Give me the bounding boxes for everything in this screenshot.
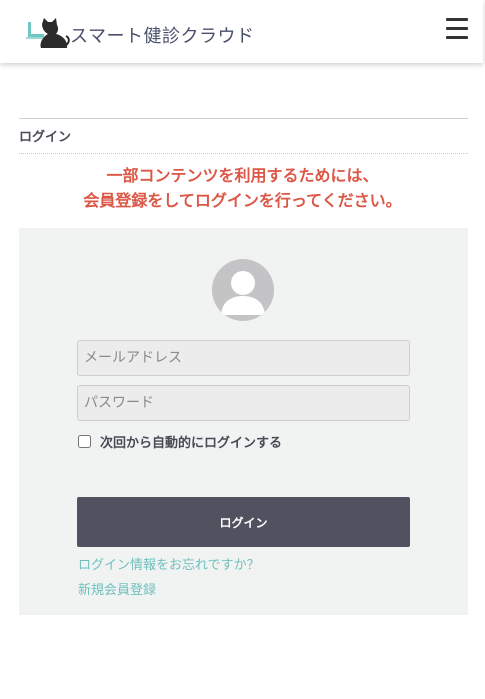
remember-me-label[interactable]: 次回から自動的にログインする bbox=[100, 432, 282, 451]
menu-bar bbox=[446, 18, 468, 21]
site-header: スマート健診クラウド bbox=[0, 0, 483, 63]
hamburger-menu-icon[interactable] bbox=[444, 16, 470, 42]
login-panel: 次回から自動的にログインする ログイン ログイン情報をお忘れですか？ 新規会員登… bbox=[19, 228, 468, 615]
divider bbox=[19, 153, 468, 154]
remember-me-row: 次回から自動的にログインする bbox=[77, 431, 282, 451]
forgot-login-link[interactable]: ログイン情報をお忘れですか？ bbox=[78, 554, 260, 573]
register-link[interactable]: 新規会員登録 bbox=[78, 579, 156, 598]
breadcrumb: ログイン bbox=[19, 130, 72, 145]
divider bbox=[19, 118, 468, 119]
remember-me-checkbox[interactable] bbox=[78, 434, 91, 448]
site-logo[interactable]: スマート健診クラウド bbox=[26, 16, 254, 50]
user-avatar-icon bbox=[212, 259, 274, 321]
cat-at-laptop-icon bbox=[26, 18, 70, 48]
email-input[interactable] bbox=[77, 340, 410, 376]
menu-bar bbox=[446, 27, 468, 30]
logo-text: スマート健診クラウド bbox=[70, 26, 255, 47]
menu-bar bbox=[446, 36, 468, 39]
notice-line-2: 会員登録をしてログインを行ってください。 bbox=[83, 191, 402, 210]
password-input[interactable] bbox=[77, 385, 410, 421]
login-required-notice: 一部コンテンツを利用するためには、 会員登録をしてログインを行ってください。 bbox=[0, 163, 485, 213]
login-button[interactable]: ログイン bbox=[77, 497, 410, 547]
notice-line-1: 一部コンテンツを利用するためには、 bbox=[106, 166, 379, 185]
